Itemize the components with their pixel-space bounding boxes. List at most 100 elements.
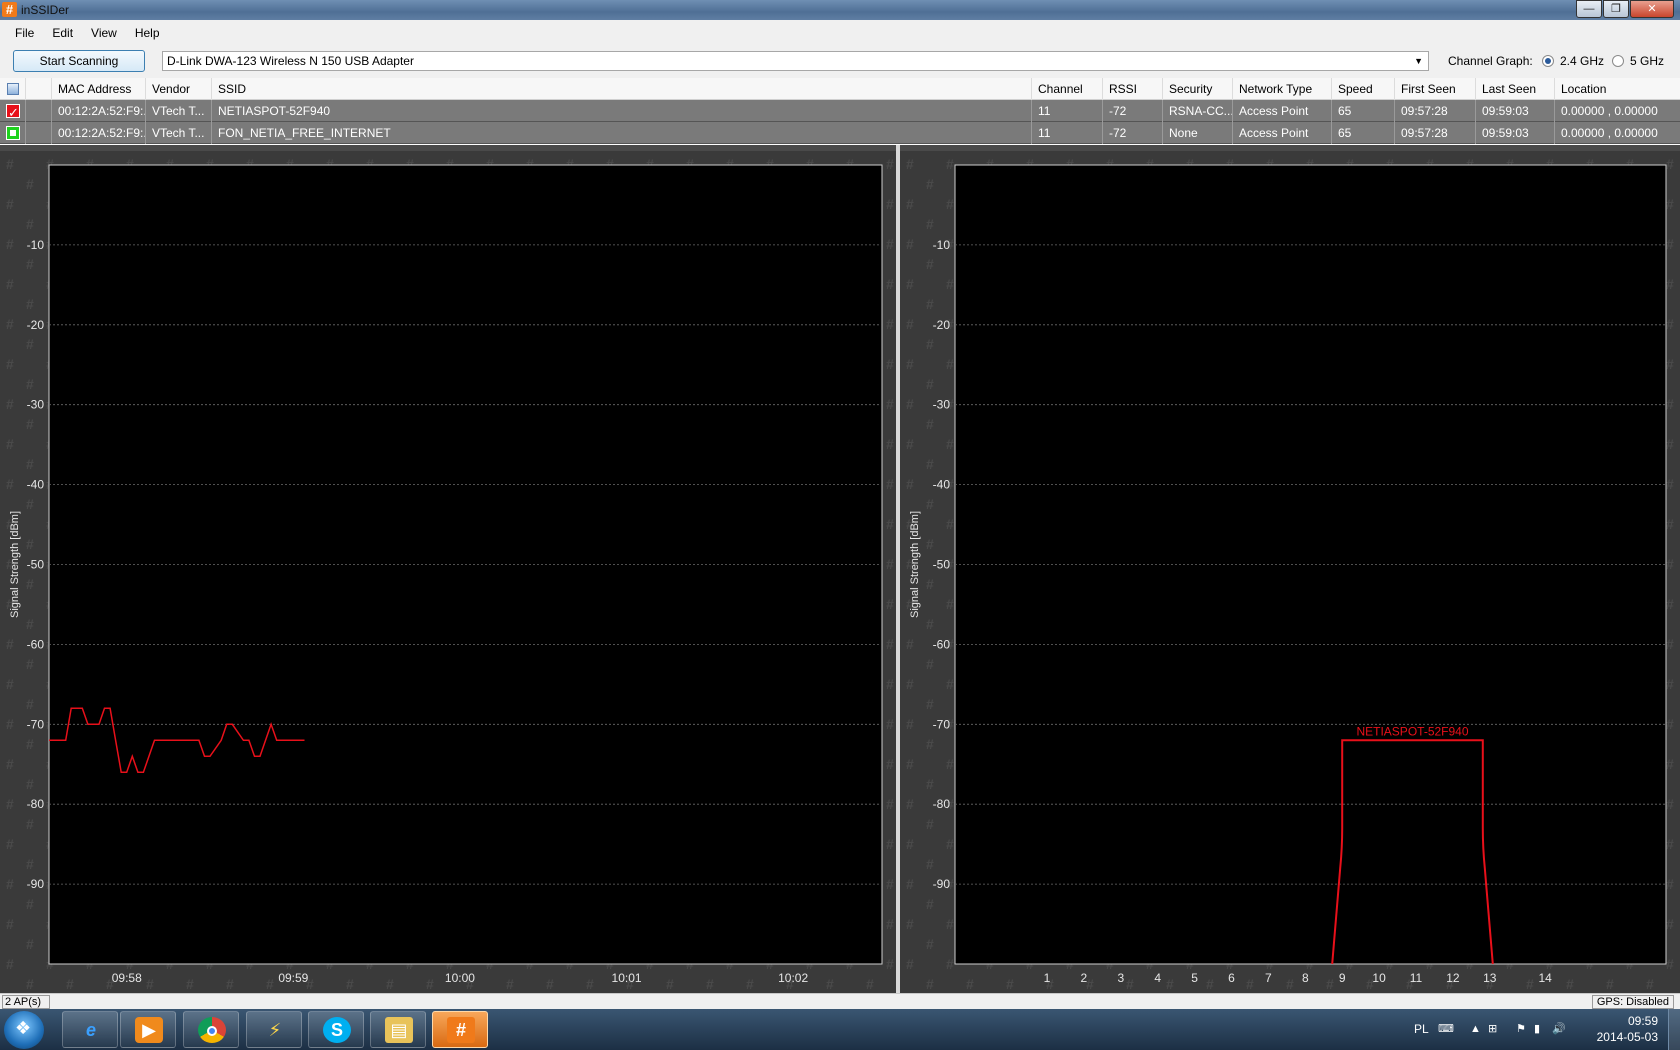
cell-ssid: NETIASPOT-52F940 (212, 100, 1032, 122)
menu-file[interactable]: File (6, 26, 43, 40)
cell-network-type: Access Point (1233, 122, 1332, 144)
signal-cell (26, 100, 52, 122)
row-checkbox[interactable] (6, 126, 20, 140)
y-tick-label: -80 (27, 797, 45, 811)
volume-icon[interactable]: 🔊 (1552, 1023, 1566, 1035)
channel-graph-label: Channel Graph: (1448, 54, 1533, 68)
column-network-type[interactable]: Network Type (1233, 78, 1332, 100)
column-speed[interactable]: Speed (1332, 78, 1395, 100)
row-checkbox[interactable] (6, 102, 20, 122)
window-title: inSSIDer (21, 3, 70, 17)
explorer-icon[interactable]: ▤ (370, 1011, 426, 1048)
y-tick-label: -10 (27, 238, 45, 252)
cell-first-seen: 09:57:28 (1395, 122, 1476, 144)
x-tick-label: 14 (1538, 971, 1552, 985)
clock[interactable]: 09:59 2014-05-03 (1597, 1013, 1658, 1045)
column-first-seen[interactable]: First Seen (1395, 78, 1476, 100)
time-graph[interactable]: ##-10-20-30-40-50-60-70-80-90Signal Stre… (0, 151, 896, 993)
column-rssi[interactable]: RSSI (1103, 78, 1163, 100)
band-5ghz-radio[interactable] (1612, 55, 1624, 67)
toolbar: Start Scanning D-Link DWA-123 Wireless N… (0, 46, 1680, 78)
clock-date: 2014-05-03 (1596, 1030, 1658, 1044)
x-tick-label: 12 (1446, 971, 1460, 985)
minimize-button[interactable]: — (1576, 0, 1602, 18)
inssider-icon[interactable]: # (432, 1011, 488, 1048)
cell-network-type: Access Point (1233, 100, 1332, 122)
band-24ghz-label: 2.4 GHz (1560, 54, 1605, 68)
windows-start-button[interactable] (4, 1011, 44, 1049)
cell-security: RSNA-CC... (1163, 100, 1233, 122)
x-tick-label: 5 (1191, 971, 1198, 985)
column-mac-address[interactable]: MAC Address (52, 78, 146, 100)
menu-edit[interactable]: Edit (43, 26, 82, 40)
series-label: NETIASPOT-52F940 (1356, 724, 1468, 738)
x-tick-label: 6 (1228, 971, 1235, 985)
band-24ghz-radio[interactable] (1542, 55, 1554, 67)
ie-icon[interactable]: e (62, 1011, 118, 1048)
grid-header: MAC Address Vendor SSID Channel RSSI Sec… (0, 78, 1680, 100)
menu-bar: File Edit View Help (0, 20, 1680, 46)
inssider-app-icon: # (2, 2, 17, 17)
y-axis-label: Signal Strength [dBm] (9, 511, 21, 618)
select-all-cell[interactable] (0, 78, 26, 100)
cell-vendor: VTech T... (146, 100, 212, 122)
y-tick-label: -20 (27, 318, 45, 332)
column-security[interactable]: Security (1163, 78, 1233, 100)
table-row[interactable]: 00:12:2A:52:F9:... VTech T... NETIASPOT-… (0, 100, 1680, 122)
x-tick-label: 7 (1265, 971, 1272, 985)
maximize-button[interactable]: ❐ (1603, 0, 1629, 18)
y-tick-label: -10 (933, 238, 951, 252)
cell-ssid: FON_NETIA_FREE_INTERNET (212, 122, 1032, 144)
x-tick-label: 13 (1483, 971, 1497, 985)
x-tick-label: 9 (1339, 971, 1346, 985)
band-5ghz-label: 5 GHz (1630, 54, 1665, 68)
x-tick-label: 3 (1117, 971, 1124, 985)
column-channel[interactable]: Channel (1032, 78, 1103, 100)
skype-icon[interactable]: S (308, 1011, 364, 1048)
x-tick-label: 09:59 (278, 971, 308, 985)
y-tick-label: -40 (27, 478, 45, 492)
column-ssid[interactable]: SSID (212, 78, 1032, 100)
table-row[interactable]: 00:12:2A:52:F9:... VTech T... FON_NETIA_… (0, 122, 1680, 144)
row-checkbox-cell[interactable] (0, 122, 26, 144)
signal-column-header[interactable] (26, 78, 52, 100)
show-desktop-button[interactable] (1668, 1009, 1680, 1050)
media-player-icon[interactable]: ▶ (120, 1011, 176, 1048)
cell-speed: 65 (1332, 122, 1395, 144)
wifi-tray-icon[interactable]: ▮ (1534, 1023, 1546, 1035)
language-indicator[interactable]: PL (1414, 1022, 1429, 1036)
column-last-seen[interactable]: Last Seen (1476, 78, 1555, 100)
row-checkbox-cell[interactable] (0, 100, 26, 122)
x-tick-label: 2 (1081, 971, 1088, 985)
chevron-down-icon: ▼ (1414, 56, 1423, 66)
column-vendor[interactable]: Vendor (146, 78, 212, 100)
ap-count: 2 AP(s) (2, 995, 50, 1009)
y-tick-label: -90 (933, 877, 951, 891)
chrome-icon[interactable] (183, 1011, 239, 1048)
time-graph-panel: ##-10-20-30-40-50-60-70-80-90Signal Stre… (0, 151, 896, 993)
x-tick-label: 09:58 (112, 971, 142, 985)
network-tray-icon[interactable]: ⊞ (1488, 1023, 1500, 1035)
menu-help[interactable]: Help (126, 26, 169, 40)
signal-cell (26, 122, 52, 144)
title-bar: # inSSIDer — ❐ ✕ (0, 0, 1680, 20)
channel-graph[interactable]: ##-10-20-30-40-50-60-70-80-90Signal Stre… (900, 151, 1680, 993)
select-all-checkbox[interactable] (7, 83, 19, 95)
start-scanning-button[interactable]: Start Scanning (13, 50, 145, 72)
y-tick-label: -70 (933, 717, 951, 731)
cell-vendor: VTech T... (146, 122, 212, 144)
close-button[interactable]: ✕ (1630, 0, 1674, 18)
y-tick-label: -60 (27, 637, 45, 651)
adapter-dropdown[interactable]: D-Link DWA-123 Wireless N 150 USB Adapte… (162, 51, 1429, 71)
action-center-flag-icon[interactable]: ⚑ (1516, 1023, 1528, 1035)
power-shield-icon[interactable]: ⚡ (246, 1011, 302, 1048)
show-hidden-icons-icon[interactable]: ▲ (1470, 1023, 1482, 1035)
column-location[interactable]: Location (1555, 78, 1680, 100)
taskbar: e ▶ ⚡ S ▤ # PL ⌨ ▲ ⊞ ⚑ ▮ 🔊 09:59 2014-05… (0, 1009, 1680, 1050)
keyboard-icon[interactable]: ⌨ (1438, 1023, 1454, 1035)
cell-security: None (1163, 122, 1233, 144)
menu-view[interactable]: View (82, 26, 126, 40)
cell-rssi: -72 (1103, 122, 1163, 144)
gps-status: GPS: Disabled (1591, 995, 1674, 1009)
y-tick-label: -80 (933, 797, 951, 811)
